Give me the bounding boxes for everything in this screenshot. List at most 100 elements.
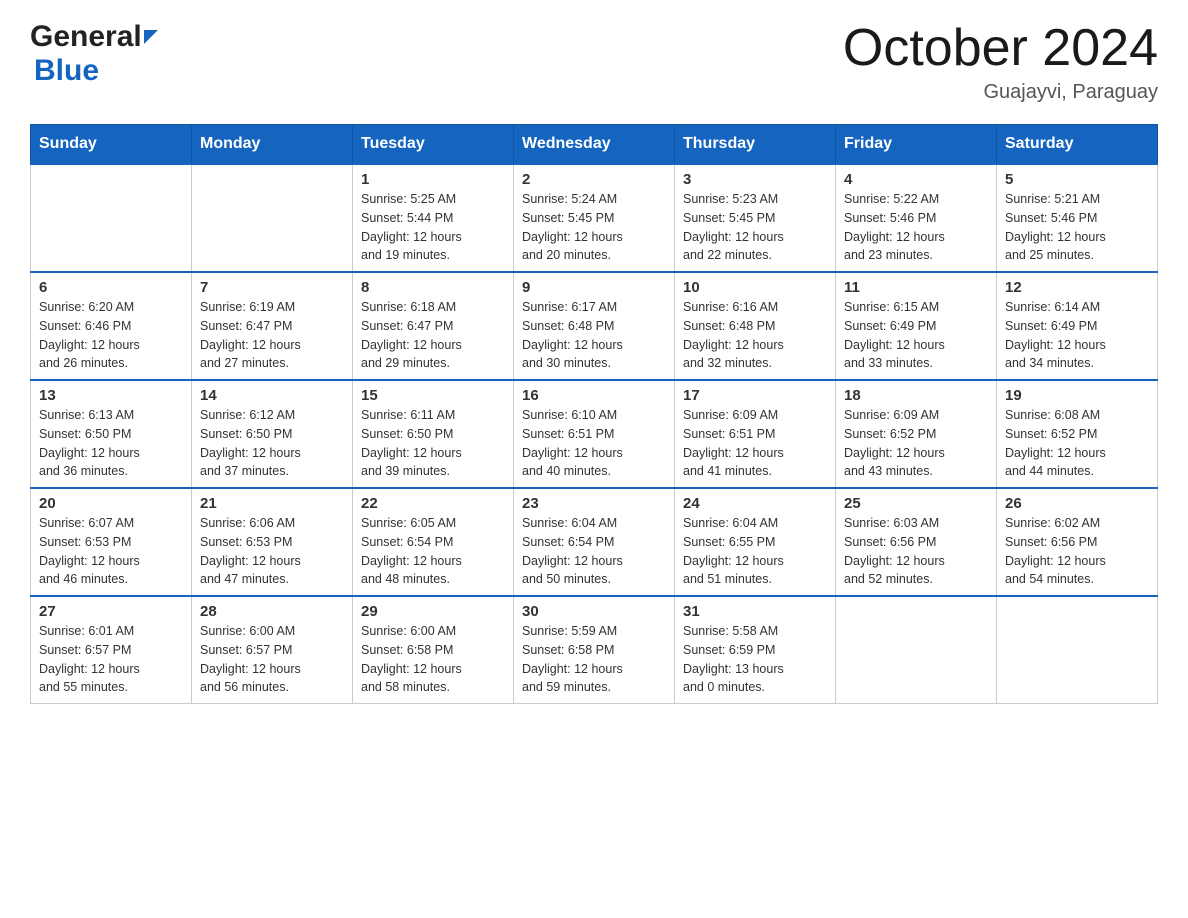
day-cell: 4Sunrise: 5:22 AM Sunset: 5:46 PM Daylig… xyxy=(836,164,997,272)
day-cell: 8Sunrise: 6:18 AM Sunset: 6:47 PM Daylig… xyxy=(353,272,514,380)
day-info: Sunrise: 6:00 AM Sunset: 6:58 PM Dayligh… xyxy=(361,622,505,697)
header-saturday: Saturday xyxy=(997,125,1158,165)
day-info: Sunrise: 6:00 AM Sunset: 6:57 PM Dayligh… xyxy=(200,622,344,697)
day-info: Sunrise: 6:04 AM Sunset: 6:55 PM Dayligh… xyxy=(683,514,827,589)
day-info: Sunrise: 6:11 AM Sunset: 6:50 PM Dayligh… xyxy=(361,406,505,481)
day-number: 14 xyxy=(200,387,344,404)
day-info: Sunrise: 6:07 AM Sunset: 6:53 PM Dayligh… xyxy=(39,514,183,589)
header-wednesday: Wednesday xyxy=(514,125,675,165)
header-friday: Friday xyxy=(836,125,997,165)
title-section: October 2024 Guajayvi, Paraguay xyxy=(843,20,1158,104)
month-title: October 2024 xyxy=(843,20,1158,77)
day-info: Sunrise: 6:15 AM Sunset: 6:49 PM Dayligh… xyxy=(844,298,988,373)
day-cell: 10 Sunrise: 6:16 AM Sunset: 6:48 PM Dayli… xyxy=(675,272,836,380)
day-cell: 26 Sunrise: 6:02 AM Sunset: 6:56 PM Dayli… xyxy=(997,488,1158,596)
day-cell: 5 Sunrise: 5:21 AM Sunset: 5:46 PM Daylig… xyxy=(997,164,1158,272)
day-info: Sunrise: 6:19 AM Sunset: 6:47 PM Dayligh… xyxy=(200,298,344,373)
day-number: 15 xyxy=(361,387,505,404)
day-number: 11 xyxy=(844,279,988,296)
day-cell: 25 Sunrise: 6:03 AM Sunset: 6:56 PM Dayli… xyxy=(836,488,997,596)
day-info: Sunrise: 6:14 AM Sunset: 6:49 PM Dayligh… xyxy=(1005,298,1149,373)
day-cell: 18Sunrise: 6:09 AM Sunset: 6:52 PM Dayli… xyxy=(836,380,997,488)
day-number: 21 xyxy=(200,495,344,512)
day-cell: 28 Sunrise: 6:00 AM Sunset: 6:57 PM Dayli… xyxy=(192,596,353,704)
logo-general-text: General xyxy=(30,20,142,54)
day-cell: 24Sunrise: 6:04 AM Sunset: 6:55 PM Dayli… xyxy=(675,488,836,596)
day-info: Sunrise: 6:12 AM Sunset: 6:50 PM Dayligh… xyxy=(200,406,344,481)
week-row-1: 1Sunrise: 5:25 AM Sunset: 5:44 PM Daylig… xyxy=(31,164,1158,272)
day-number: 12 xyxy=(1005,279,1149,296)
logo-blue-text: Blue xyxy=(34,54,99,87)
day-info: Sunrise: 5:59 AM Sunset: 6:58 PM Dayligh… xyxy=(522,622,666,697)
header-sunday: Sunday xyxy=(31,125,192,165)
day-cell xyxy=(836,596,997,704)
day-info: Sunrise: 6:10 AM Sunset: 6:51 PM Dayligh… xyxy=(522,406,666,481)
day-number: 26 xyxy=(1005,495,1149,512)
day-cell: 7 Sunrise: 6:19 AM Sunset: 6:47 PM Daylig… xyxy=(192,272,353,380)
header-tuesday: Tuesday xyxy=(353,125,514,165)
day-number: 23 xyxy=(522,495,666,512)
day-cell: 21 Sunrise: 6:06 AM Sunset: 6:53 PM Dayli… xyxy=(192,488,353,596)
day-info: Sunrise: 6:17 AM Sunset: 6:48 PM Dayligh… xyxy=(522,298,666,373)
day-info: Sunrise: 6:09 AM Sunset: 6:51 PM Dayligh… xyxy=(683,406,827,481)
day-info: Sunrise: 6:01 AM Sunset: 6:57 PM Dayligh… xyxy=(39,622,183,697)
day-info: Sunrise: 6:02 AM Sunset: 6:56 PM Dayligh… xyxy=(1005,514,1149,589)
day-cell: 27 Sunrise: 6:01 AM Sunset: 6:57 PM Dayli… xyxy=(31,596,192,704)
logo-arrow-icon xyxy=(144,30,158,44)
day-number: 29 xyxy=(361,603,505,620)
day-info: Sunrise: 5:58 AM Sunset: 6:59 PM Dayligh… xyxy=(683,622,827,697)
day-cell: 17 Sunrise: 6:09 AM Sunset: 6:51 PM Dayli… xyxy=(675,380,836,488)
day-cell: 22Sunrise: 6:05 AM Sunset: 6:54 PM Dayli… xyxy=(353,488,514,596)
day-info: Sunrise: 6:06 AM Sunset: 6:53 PM Dayligh… xyxy=(200,514,344,589)
day-info: Sunrise: 6:09 AM Sunset: 6:52 PM Dayligh… xyxy=(844,406,988,481)
day-number: 19 xyxy=(1005,387,1149,404)
week-row-5: 27 Sunrise: 6:01 AM Sunset: 6:57 PM Dayli… xyxy=(31,596,1158,704)
day-cell: 12 Sunrise: 6:14 AM Sunset: 6:49 PM Dayli… xyxy=(997,272,1158,380)
day-info: Sunrise: 5:21 AM Sunset: 5:46 PM Dayligh… xyxy=(1005,190,1149,265)
day-cell: 13 Sunrise: 6:13 AM Sunset: 6:50 PM Dayli… xyxy=(31,380,192,488)
day-cell: 14 Sunrise: 6:12 AM Sunset: 6:50 PM Dayli… xyxy=(192,380,353,488)
day-number: 7 xyxy=(200,279,344,296)
day-cell: 11 Sunrise: 6:15 AM Sunset: 6:49 PM Dayli… xyxy=(836,272,997,380)
day-cell: 19 Sunrise: 6:08 AM Sunset: 6:52 PM Dayli… xyxy=(997,380,1158,488)
day-info: Sunrise: 6:04 AM Sunset: 6:54 PM Dayligh… xyxy=(522,514,666,589)
day-number: 20 xyxy=(39,495,183,512)
day-info: Sunrise: 6:03 AM Sunset: 6:56 PM Dayligh… xyxy=(844,514,988,589)
day-number: 25 xyxy=(844,495,988,512)
day-cell: 31 Sunrise: 5:58 AM Sunset: 6:59 PM Dayli… xyxy=(675,596,836,704)
day-cell: 2Sunrise: 5:24 AM Sunset: 5:45 PM Daylig… xyxy=(514,164,675,272)
week-row-2: 6Sunrise: 6:20 AM Sunset: 6:46 PM Daylig… xyxy=(31,272,1158,380)
day-info: Sunrise: 6:13 AM Sunset: 6:50 PM Dayligh… xyxy=(39,406,183,481)
day-cell: 30 Sunrise: 5:59 AM Sunset: 6:58 PM Dayli… xyxy=(514,596,675,704)
day-number: 9 xyxy=(522,279,666,296)
location: Guajayvi, Paraguay xyxy=(843,81,1158,104)
day-cell: 15 Sunrise: 6:11 AM Sunset: 6:50 PM Dayli… xyxy=(353,380,514,488)
week-row-3: 13 Sunrise: 6:13 AM Sunset: 6:50 PM Dayli… xyxy=(31,380,1158,488)
logo: General Blue xyxy=(30,20,158,88)
day-cell: 6Sunrise: 6:20 AM Sunset: 6:46 PM Daylig… xyxy=(31,272,192,380)
day-number: 5 xyxy=(1005,171,1149,188)
day-info: Sunrise: 6:16 AM Sunset: 6:48 PM Dayligh… xyxy=(683,298,827,373)
day-number: 30 xyxy=(522,603,666,620)
day-number: 8 xyxy=(361,279,505,296)
day-number: 16 xyxy=(522,387,666,404)
day-info: Sunrise: 6:08 AM Sunset: 6:52 PM Dayligh… xyxy=(1005,406,1149,481)
day-number: 17 xyxy=(683,387,827,404)
day-info: Sunrise: 6:05 AM Sunset: 6:54 PM Dayligh… xyxy=(361,514,505,589)
day-info: Sunrise: 5:22 AM Sunset: 5:46 PM Dayligh… xyxy=(844,190,988,265)
day-number: 10 xyxy=(683,279,827,296)
calendar-table: Sunday Monday Tuesday Wednesday Thursday… xyxy=(30,124,1158,704)
day-cell: 9 Sunrise: 6:17 AM Sunset: 6:48 PM Daylig… xyxy=(514,272,675,380)
day-info: Sunrise: 5:23 AM Sunset: 5:45 PM Dayligh… xyxy=(683,190,827,265)
day-info: Sunrise: 6:20 AM Sunset: 6:46 PM Dayligh… xyxy=(39,298,183,373)
day-cell xyxy=(997,596,1158,704)
header-thursday: Thursday xyxy=(675,125,836,165)
day-number: 27 xyxy=(39,603,183,620)
day-number: 31 xyxy=(683,603,827,620)
day-number: 28 xyxy=(200,603,344,620)
day-cell: 20 Sunrise: 6:07 AM Sunset: 6:53 PM Dayli… xyxy=(31,488,192,596)
week-row-4: 20 Sunrise: 6:07 AM Sunset: 6:53 PM Dayli… xyxy=(31,488,1158,596)
day-number: 3 xyxy=(683,171,827,188)
day-number: 13 xyxy=(39,387,183,404)
day-cell xyxy=(192,164,353,272)
